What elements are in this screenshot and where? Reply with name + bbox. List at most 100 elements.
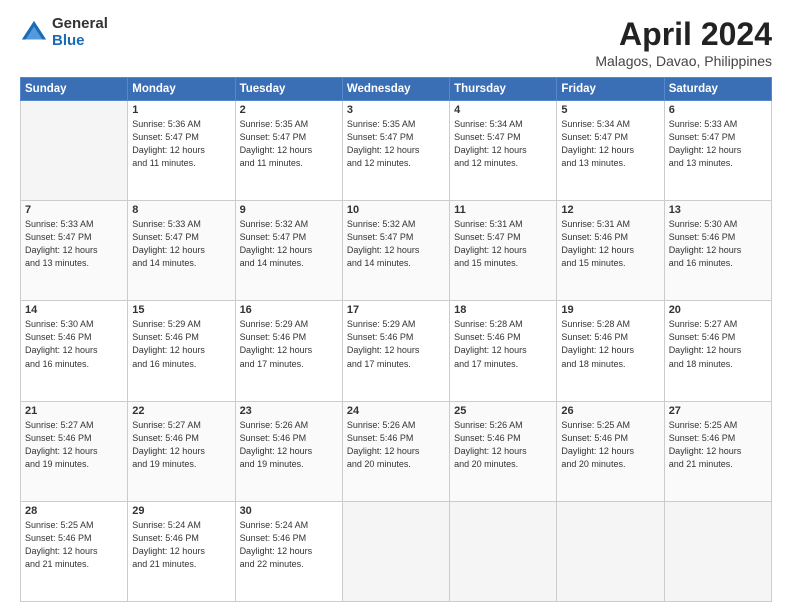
day-info: Sunrise: 5:35 AM Sunset: 5:47 PM Dayligh… <box>347 118 445 170</box>
main-title: April 2024 <box>595 16 772 53</box>
calendar-day-cell: 8 Sunrise: 5:33 AM Sunset: 5:47 PM Daylig… <box>128 201 235 301</box>
day-info: Sunrise: 5:26 AM Sunset: 5:46 PM Dayligh… <box>347 419 445 471</box>
day-info: Sunrise: 5:30 AM Sunset: 5:46 PM Dayligh… <box>669 218 767 270</box>
day-info: Sunrise: 5:34 AM Sunset: 5:47 PM Dayligh… <box>561 118 659 170</box>
logo: General Blue <box>20 16 108 49</box>
calendar-day-cell: 4 Sunrise: 5:34 AM Sunset: 5:47 PM Daylig… <box>450 101 557 201</box>
calendar-day-cell: 27Sunrise: 5:25 AM Sunset: 5:46 PM Dayli… <box>664 401 771 501</box>
calendar-header-cell: Wednesday <box>342 78 449 101</box>
day-number: 15 <box>132 304 230 316</box>
header: General Blue April 2024 Malagos, Davao, … <box>20 16 772 69</box>
calendar-header-cell: Tuesday <box>235 78 342 101</box>
day-number: 18 <box>454 304 552 316</box>
day-info: Sunrise: 5:33 AM Sunset: 5:47 PM Dayligh… <box>669 118 767 170</box>
day-info: Sunrise: 5:33 AM Sunset: 5:47 PM Dayligh… <box>132 218 230 270</box>
day-number: 30 <box>240 505 338 517</box>
day-number: 8 <box>132 204 230 216</box>
day-info: Sunrise: 5:35 AM Sunset: 5:47 PM Dayligh… <box>240 118 338 170</box>
day-number: 4 <box>454 104 552 116</box>
logo-blue-text: Blue <box>52 33 108 50</box>
calendar-week-row: 1 Sunrise: 5:36 AM Sunset: 5:47 PM Daylig… <box>21 101 772 201</box>
day-number: 28 <box>25 505 123 517</box>
calendar-day-cell: 7 Sunrise: 5:33 AM Sunset: 5:47 PM Daylig… <box>21 201 128 301</box>
day-info: Sunrise: 5:32 AM Sunset: 5:47 PM Dayligh… <box>240 218 338 270</box>
day-number: 6 <box>669 104 767 116</box>
day-number: 10 <box>347 204 445 216</box>
calendar-day-cell: 14 Sunrise: 5:30 AM Sunset: 5:46 PM Dayli… <box>21 301 128 401</box>
calendar-day-cell: 25 Sunrise: 5:26 AM Sunset: 5:46 PM Dayli… <box>450 401 557 501</box>
page: General Blue April 2024 Malagos, Davao, … <box>0 0 792 612</box>
calendar-header-cell: Thursday <box>450 78 557 101</box>
day-info: Sunrise: 5:36 AM Sunset: 5:47 PM Dayligh… <box>132 118 230 170</box>
calendar-day-cell: 5 Sunrise: 5:34 AM Sunset: 5:47 PM Daylig… <box>557 101 664 201</box>
calendar-body: 1 Sunrise: 5:36 AM Sunset: 5:47 PM Daylig… <box>21 101 772 602</box>
calendar-day-cell: 26 Sunrise: 5:25 AM Sunset: 5:46 PM Dayli… <box>557 401 664 501</box>
day-info: Sunrise: 5:29 AM Sunset: 5:46 PM Dayligh… <box>347 318 445 370</box>
day-info: Sunrise: 5:29 AM Sunset: 5:46 PM Dayligh… <box>240 318 338 370</box>
logo-icon <box>20 19 48 47</box>
day-number: 25 <box>454 405 552 417</box>
day-info: Sunrise: 5:30 AM Sunset: 5:46 PM Dayligh… <box>25 318 123 370</box>
day-info: Sunrise: 5:27 AM Sunset: 5:46 PM Dayligh… <box>25 419 123 471</box>
calendar-day-cell: 10 Sunrise: 5:32 AM Sunset: 5:47 PM Dayli… <box>342 201 449 301</box>
day-number: 3 <box>347 104 445 116</box>
calendar-week-row: 21 Sunrise: 5:27 AM Sunset: 5:46 PM Dayli… <box>21 401 772 501</box>
day-info: Sunrise: 5:32 AM Sunset: 5:47 PM Dayligh… <box>347 218 445 270</box>
calendar-day-cell: 16 Sunrise: 5:29 AM Sunset: 5:46 PM Dayli… <box>235 301 342 401</box>
calendar-day-cell: 1 Sunrise: 5:36 AM Sunset: 5:47 PM Daylig… <box>128 101 235 201</box>
calendar-day-cell <box>342 501 449 601</box>
calendar-header-row: SundayMondayTuesdayWednesdayThursdayFrid… <box>21 78 772 101</box>
day-number: 21 <box>25 405 123 417</box>
calendar-header-cell: Monday <box>128 78 235 101</box>
calendar-day-cell: 12 Sunrise: 5:31 AM Sunset: 5:46 PM Dayli… <box>557 201 664 301</box>
day-info: Sunrise: 5:25 AM Sunset: 5:46 PM Dayligh… <box>561 419 659 471</box>
day-info: Sunrise: 5:25 AM Sunset: 5:46 PM Dayligh… <box>25 519 123 571</box>
day-number: 1 <box>132 104 230 116</box>
calendar-header-cell: Saturday <box>664 78 771 101</box>
day-number: 14 <box>25 304 123 316</box>
calendar-day-cell: 29 Sunrise: 5:24 AM Sunset: 5:46 PM Dayli… <box>128 501 235 601</box>
calendar-header-cell: Sunday <box>21 78 128 101</box>
calendar-day-cell <box>21 101 128 201</box>
day-number: 22 <box>132 405 230 417</box>
day-info: Sunrise: 5:25 AM Sunset: 5:46 PM Dayligh… <box>669 419 767 471</box>
day-info: Sunrise: 5:29 AM Sunset: 5:46 PM Dayligh… <box>132 318 230 370</box>
day-number: 12 <box>561 204 659 216</box>
day-info: Sunrise: 5:31 AM Sunset: 5:46 PM Dayligh… <box>561 218 659 270</box>
day-info: Sunrise: 5:33 AM Sunset: 5:47 PM Dayligh… <box>25 218 123 270</box>
day-info: Sunrise: 5:24 AM Sunset: 5:46 PM Dayligh… <box>132 519 230 571</box>
day-number: 29 <box>132 505 230 517</box>
calendar-week-row: 14 Sunrise: 5:30 AM Sunset: 5:46 PM Dayli… <box>21 301 772 401</box>
calendar-table: SundayMondayTuesdayWednesdayThursdayFrid… <box>20 77 772 602</box>
calendar-day-cell: 3 Sunrise: 5:35 AM Sunset: 5:47 PM Daylig… <box>342 101 449 201</box>
day-number: 7 <box>25 204 123 216</box>
day-number: 16 <box>240 304 338 316</box>
calendar-day-cell: 15 Sunrise: 5:29 AM Sunset: 5:46 PM Dayli… <box>128 301 235 401</box>
calendar-day-cell: 30 Sunrise: 5:24 AM Sunset: 5:46 PM Dayli… <box>235 501 342 601</box>
calendar-day-cell <box>664 501 771 601</box>
calendar-day-cell: 11Sunrise: 5:31 AM Sunset: 5:47 PM Dayli… <box>450 201 557 301</box>
day-info: Sunrise: 5:24 AM Sunset: 5:46 PM Dayligh… <box>240 519 338 571</box>
calendar-day-cell: 20Sunrise: 5:27 AM Sunset: 5:46 PM Dayli… <box>664 301 771 401</box>
day-number: 5 <box>561 104 659 116</box>
logo-text: General Blue <box>52 16 108 49</box>
calendar-header-cell: Friday <box>557 78 664 101</box>
calendar-day-cell: 22Sunrise: 5:27 AM Sunset: 5:46 PM Dayli… <box>128 401 235 501</box>
day-number: 13 <box>669 204 767 216</box>
calendar-day-cell: 23 Sunrise: 5:26 AM Sunset: 5:46 PM Dayli… <box>235 401 342 501</box>
day-info: Sunrise: 5:34 AM Sunset: 5:47 PM Dayligh… <box>454 118 552 170</box>
day-number: 2 <box>240 104 338 116</box>
subtitle: Malagos, Davao, Philippines <box>595 53 772 69</box>
day-number: 17 <box>347 304 445 316</box>
calendar-day-cell: 24 Sunrise: 5:26 AM Sunset: 5:46 PM Dayli… <box>342 401 449 501</box>
day-number: 24 <box>347 405 445 417</box>
day-info: Sunrise: 5:26 AM Sunset: 5:46 PM Dayligh… <box>240 419 338 471</box>
calendar-header: SundayMondayTuesdayWednesdayThursdayFrid… <box>21 78 772 101</box>
day-number: 23 <box>240 405 338 417</box>
calendar-day-cell: 21 Sunrise: 5:27 AM Sunset: 5:46 PM Dayli… <box>21 401 128 501</box>
calendar-day-cell <box>557 501 664 601</box>
day-info: Sunrise: 5:28 AM Sunset: 5:46 PM Dayligh… <box>454 318 552 370</box>
day-info: Sunrise: 5:31 AM Sunset: 5:47 PM Dayligh… <box>454 218 552 270</box>
day-info: Sunrise: 5:26 AM Sunset: 5:46 PM Dayligh… <box>454 419 552 471</box>
day-number: 26 <box>561 405 659 417</box>
